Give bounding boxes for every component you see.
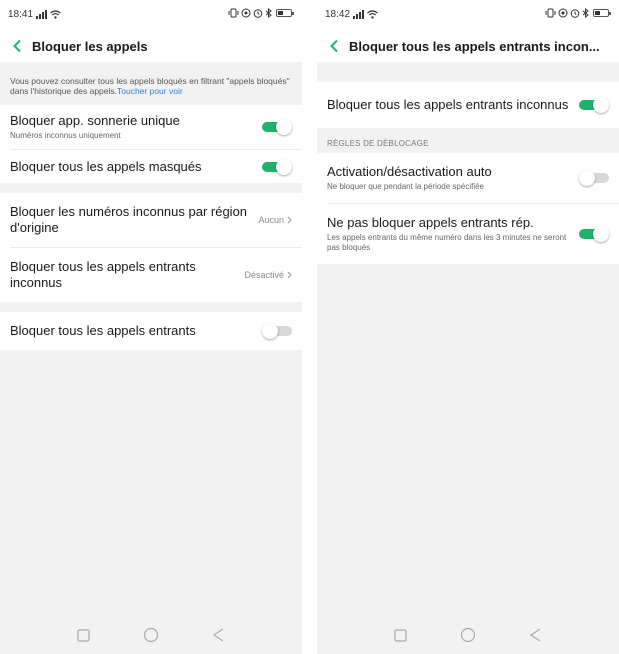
chevron-right-icon [287,271,292,279]
battery-icon [593,9,611,17]
wifi-icon [367,10,378,19]
nav-circle-icon[interactable] [143,627,159,643]
right-screen: 18:42 Bloquer tous les appels entrants i… [317,0,619,654]
back-chevron-icon[interactable] [8,37,26,55]
back-chevron-icon[interactable] [325,37,343,55]
setting-label: Bloquer tous les appels entrants inconnu… [327,97,569,112]
nav-square-icon[interactable] [394,628,407,642]
app-header: Bloquer tous les appels entrants incon..… [317,30,619,62]
chevron-right-icon [287,216,292,224]
app-header: Bloquer les appels [0,30,302,62]
nav-back-icon[interactable] [529,628,542,642]
navigation-bar [317,616,619,654]
setting-sublabel: Numéros inconnus uniquement [10,131,121,140]
settings-group-rules: Activation/désactivation auto Ne bloquer… [317,153,619,264]
setting-label: Ne pas bloquer appels entrants rép. [327,215,534,230]
setting-value: Aucun [258,215,284,225]
setting-label: Activation/désactivation auto [327,164,492,179]
setting-label: Bloquer les numéros inconnus par région … [10,204,248,235]
bluetooth-icon [265,8,272,18]
setting-row[interactable]: Activation/désactivation auto Ne bloquer… [317,153,619,203]
settings-group-2: Bloquer les numéros inconnus par région … [0,193,302,302]
left-screen: 18:41 Bloquer les appels Vous pouvez con… [0,0,302,654]
navigation-bar [0,616,302,654]
status-bar: 18:41 [0,0,302,30]
setting-label: Bloquer app. sonnerie unique [10,113,180,128]
location-icon [558,8,568,18]
setting-row[interactable]: Bloquer tous les appels entrants [0,312,302,350]
settings-group-3: Bloquer tous les appels entrants [0,312,302,350]
toggle-switch[interactable] [262,158,292,175]
setting-label: Bloquer tous les appels entrants [10,323,196,338]
alarm-icon [253,9,263,18]
nav-back-icon[interactable] [212,628,225,642]
setting-row[interactable]: Bloquer tous les appels entrants inconnu… [0,248,302,302]
setting-row[interactable]: Bloquer les numéros inconnus par région … [0,193,302,247]
setting-row[interactable]: Bloquer tous les appels entrants inconnu… [317,82,619,128]
setting-row[interactable]: Bloquer tous les appels masqués [0,150,302,183]
battery-icon [276,9,294,17]
status-bar: 18:42 [317,0,619,30]
settings-group-1: Bloquer app. sonnerie unique Numéros inc… [0,105,302,183]
nav-circle-icon[interactable] [460,627,476,643]
status-time: 18:41 [8,9,34,20]
alarm-icon [570,9,580,18]
signal-icon [36,10,48,19]
setting-value: Désactivé [244,270,284,280]
toggle-switch[interactable] [579,170,609,186]
setting-row[interactable]: Ne pas bloquer appels entrants rép. Les … [317,204,619,264]
view-blocked-link[interactable]: Toucher pour voir [117,86,183,96]
bluetooth-icon [582,8,589,18]
signal-icon [353,10,365,19]
info-text: Vous pouvez consulter tous les appels bl… [0,68,302,105]
setting-row[interactable]: Bloquer app. sonnerie unique Numéros inc… [0,105,302,149]
wifi-icon [50,10,61,19]
vibrate-icon [545,8,556,18]
location-icon [241,8,251,18]
setting-label: Bloquer tous les appels entrants inconnu… [10,259,196,290]
nav-square-icon[interactable] [77,628,90,642]
setting-sublabel: Les appels entrants du même numéro dans … [327,233,567,252]
setting-label: Bloquer tous les appels masqués [10,158,202,174]
toggle-switch[interactable] [262,119,292,135]
section-header: RÈGLES DE DÉBLOCAGE [317,128,619,153]
toggle-switch[interactable] [262,323,292,339]
toggle-switch[interactable] [579,226,609,242]
setting-sublabel: Ne bloquer que pendant la période spécif… [327,182,485,191]
toggle-switch[interactable] [579,97,609,113]
settings-group-main: Bloquer tous les appels entrants inconnu… [317,82,619,128]
status-time: 18:42 [325,9,351,20]
page-title: Bloquer les appels [32,38,148,54]
vibrate-icon [228,8,239,18]
page-title: Bloquer tous les appels entrants incon..… [349,38,600,54]
